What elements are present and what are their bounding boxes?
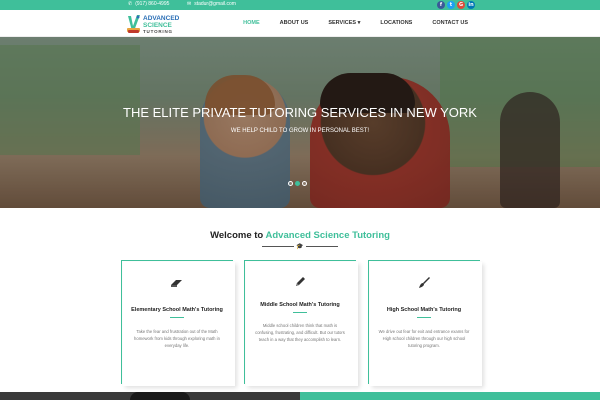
email-address: stadur@gmail.com (194, 1, 236, 7)
card-title: High School Math's Tutoring (386, 307, 462, 313)
logo-line-2: SCIENCE (143, 22, 172, 29)
card-title-underline (417, 317, 431, 318)
slider-dot[interactable] (288, 181, 293, 186)
bottom-section-image (0, 392, 300, 400)
welcome-prefix: Welcome to (210, 230, 266, 241)
card-text: Middle school children think that math i… (255, 323, 345, 342)
bottom-image-silhouette (130, 392, 190, 400)
heading-divider: 🎓 (262, 244, 338, 250)
hero-subtitle: WE HELP CHILD TO GROW IN PERSONAL BEST! (230, 128, 370, 134)
card-text: Take the fear and frustration out of the… (134, 329, 220, 348)
logo-line-3: TUTORING (143, 29, 173, 34)
slider-dot[interactable] (302, 181, 307, 186)
card-title: Middle School Math's Tutoring (260, 302, 340, 308)
logo-mark-icon (127, 15, 140, 33)
eraser-icon (121, 276, 233, 291)
email-contact[interactable]: ✉ stadur@gmail.com (187, 1, 236, 7)
nav-item-locations[interactable]: LOCATIONS (370, 20, 422, 26)
google-plus-icon[interactable]: G (457, 1, 465, 9)
service-card-middle[interactable]: Middle School Math's Tutoring Middle sch… (244, 260, 356, 384)
graduation-cap-icon: 🎓 (296, 244, 304, 250)
site-header: ADVANCED SCIENCE TUTORING HOME ABOUT US … (0, 10, 600, 37)
card-text: We drive out fear for exit and entrance … (378, 329, 470, 348)
nav-item-contact-us[interactable]: CONTACT US (422, 20, 478, 26)
linkedin-icon[interactable]: in (467, 1, 475, 9)
welcome-heading: Welcome to Advanced Science Tutoring (0, 230, 600, 241)
nav-item-home[interactable]: HOME (233, 20, 270, 26)
twitter-icon[interactable]: t (447, 1, 455, 9)
phone-number: (917) 860-4995 (135, 1, 170, 7)
social-links: f t G in (437, 1, 475, 9)
divider-line-left (262, 246, 294, 247)
card-title-underline (293, 312, 307, 313)
site-logo[interactable]: ADVANCED SCIENCE TUTORING (127, 14, 191, 35)
main-nav: HOME ABOUT US SERVICES ▾ LOCATIONS CONTA… (233, 10, 478, 36)
brush-icon (368, 276, 480, 293)
top-bar: ✆ (917) 860-4995 ✉ stadur@gmail.com f t … (0, 0, 600, 10)
service-card-high[interactable]: High School Math's Tutoring We drive out… (368, 260, 480, 384)
welcome-brand: Advanced Science Tutoring (265, 230, 390, 241)
slider-dot-active[interactable] (295, 181, 300, 186)
divider-line-right (306, 246, 338, 247)
nav-item-about-us[interactable]: ABOUT US (270, 20, 319, 26)
phone-contact[interactable]: ✆ (917) 860-4995 (128, 1, 169, 7)
envelope-icon: ✉ (187, 0, 192, 7)
hero-banner: THE ELITE PRIVATE TUTORING SERVICES IN N… (0, 37, 600, 208)
pencil-icon (244, 276, 356, 291)
facebook-icon[interactable]: f (437, 1, 445, 9)
service-card-elementary[interactable]: Elementary School Math's Tutoring Take t… (121, 260, 233, 384)
card-title-underline (170, 317, 184, 318)
phone-icon: ✆ (128, 0, 133, 7)
hero-title: THE ELITE PRIVATE TUTORING SERVICES IN N… (123, 105, 477, 120)
card-title: Elementary School Math's Tutoring (131, 307, 223, 313)
slider-dots (288, 181, 307, 186)
nav-item-services[interactable]: SERVICES ▾ (318, 20, 370, 26)
bottom-section-accent (300, 392, 600, 400)
logo-line-1: ADVANCED (143, 15, 180, 22)
